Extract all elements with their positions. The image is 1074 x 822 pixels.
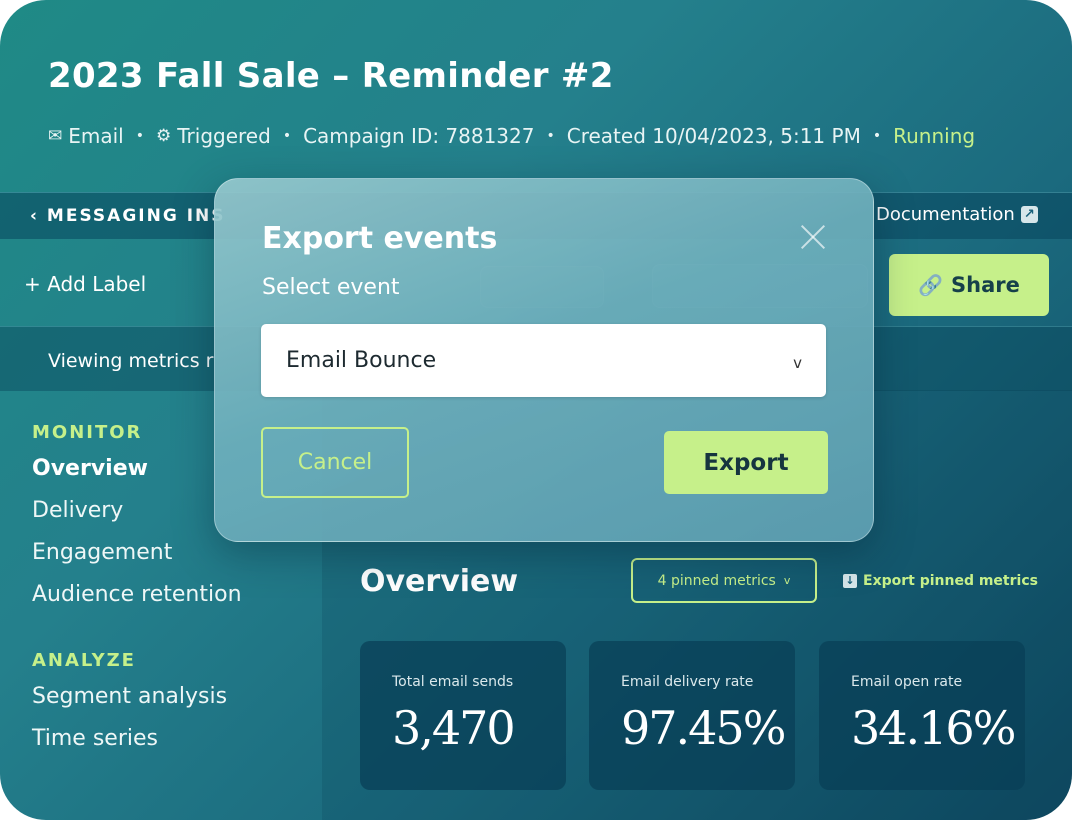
cancel-button[interactable]: Cancel xyxy=(261,427,409,498)
sidebar-item-time-series[interactable]: Time series xyxy=(32,726,158,751)
monitor-heading: MONITOR xyxy=(32,422,143,443)
documentation-label: Documentation xyxy=(876,204,1015,225)
metric-card-total-sends: Total email sends 3,470 xyxy=(360,641,566,790)
gear-icon: ⚙ xyxy=(156,126,172,146)
campaign-id: Campaign ID: 7881327 xyxy=(303,124,535,148)
sidebar-item-overview[interactable]: Overview xyxy=(32,456,148,481)
add-label-button[interactable]: + Add Label xyxy=(24,272,146,296)
campaign-title: 2023 Fall Sale – Reminder #2 xyxy=(48,56,614,96)
campaign-meta: ✉ Email • ⚙ Triggered • Campaign ID: 788… xyxy=(48,124,975,148)
metric-card-open-rate: Email open rate 34.16% xyxy=(819,641,1025,790)
share-button[interactable]: 🔗 Share xyxy=(889,254,1049,316)
export-button[interactable]: Export xyxy=(664,431,828,494)
channel-label: Email xyxy=(68,124,124,148)
back-link[interactable]: ‹ MESSAGING INS xyxy=(30,206,226,226)
metric-card-delivery-rate: Email delivery rate 97.45% xyxy=(589,641,795,790)
envelope-icon: ✉ xyxy=(48,126,63,146)
share-label: Share xyxy=(951,273,1020,297)
event-select[interactable]: Email Bounce v xyxy=(261,324,826,397)
separator-dot: • xyxy=(282,128,292,144)
pinned-metrics-dropdown[interactable]: 4 pinned metrics v xyxy=(631,558,817,603)
metric-label: Email delivery rate xyxy=(621,674,754,690)
export-pinned-metrics-link[interactable]: ↓ Export pinned metrics xyxy=(843,573,1038,589)
analyze-heading: ANALYZE xyxy=(32,650,136,671)
viewing-text: Viewing metrics r xyxy=(48,350,214,372)
sidebar-item-engagement[interactable]: Engagement xyxy=(32,540,172,565)
event-select-value: Email Bounce xyxy=(286,348,437,373)
separator-dot: • xyxy=(546,128,555,144)
separator-dot: • xyxy=(135,128,145,144)
pinned-metrics-label: 4 pinned metrics xyxy=(657,572,776,589)
sidebar-item-segment-analysis[interactable]: Segment analysis xyxy=(32,684,227,709)
select-event-label: Select event xyxy=(262,275,400,300)
metric-value: 34.16% xyxy=(851,701,1016,755)
metric-label: Email open rate xyxy=(851,674,963,690)
external-link-icon: ↗ xyxy=(1020,206,1038,223)
chevron-down-icon: v xyxy=(793,354,802,372)
modal-title: Export events xyxy=(262,221,498,256)
metric-label: Total email sends xyxy=(392,674,514,690)
link-icon: 🔗 xyxy=(918,273,944,297)
close-icon[interactable] xyxy=(799,223,827,251)
status-badge: Running xyxy=(893,124,976,148)
metric-value: 3,470 xyxy=(392,701,516,755)
trigger-label: Triggered xyxy=(177,124,271,148)
export-events-modal: Export events Select event Email Bounce … xyxy=(214,178,874,542)
export-pinned-label: Export pinned metrics xyxy=(863,573,1038,589)
separator-dot: • xyxy=(872,128,882,144)
overview-heading: Overview xyxy=(360,564,519,599)
download-icon: ↓ xyxy=(843,574,857,588)
metric-value: 97.45% xyxy=(621,701,786,755)
created-date: Created 10/04/2023, 5:11 PM xyxy=(566,124,861,148)
sidebar-item-delivery[interactable]: Delivery xyxy=(32,498,123,523)
app-frame: 2023 Fall Sale – Reminder #2 ✉ Email • ⚙… xyxy=(0,0,1072,820)
sidebar-item-audience-retention[interactable]: Audience retention xyxy=(32,582,242,607)
documentation-link[interactable]: Documentation ↗ xyxy=(876,204,1038,225)
chevron-down-icon: v xyxy=(783,574,791,587)
